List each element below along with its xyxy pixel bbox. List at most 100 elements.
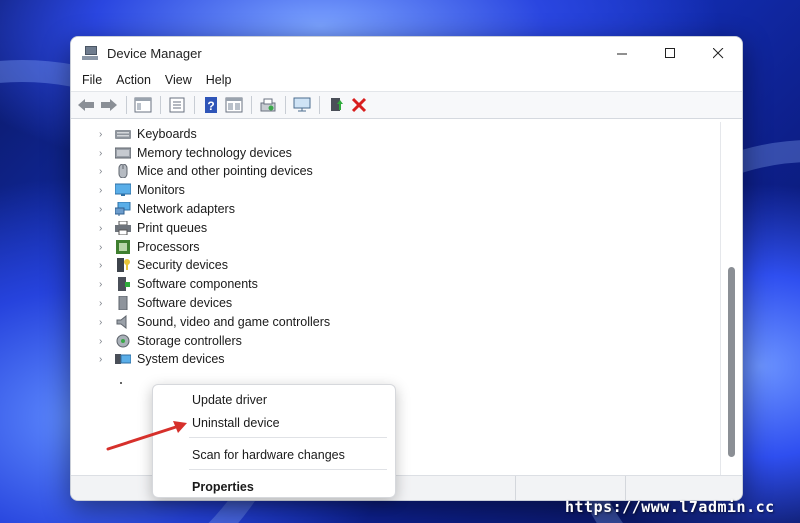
toolbar-separator bbox=[285, 96, 286, 114]
chevron-right-icon[interactable]: › bbox=[99, 279, 109, 290]
memory-icon bbox=[114, 146, 132, 160]
tree-collapsed-dot bbox=[120, 382, 122, 384]
vertical-scrollbar[interactable] bbox=[724, 122, 738, 475]
tree-item-print-queues[interactable]: › Print queues bbox=[99, 219, 207, 238]
menu-view[interactable]: View bbox=[158, 73, 199, 87]
tree-item-label: Print queues bbox=[137, 221, 208, 236]
menu-bar: File Action View Help bbox=[71, 69, 742, 91]
tree-item-security[interactable]: › Security devices bbox=[99, 256, 228, 275]
help-icon: ? bbox=[205, 97, 217, 113]
menu-action[interactable]: Action bbox=[109, 73, 158, 87]
device-manager-icon bbox=[82, 46, 98, 60]
chevron-right-icon[interactable]: › bbox=[99, 298, 109, 309]
toolbar-separator bbox=[251, 96, 252, 114]
tree-item-memory[interactable]: › Memory technology devices bbox=[99, 144, 292, 163]
tree-item-label: Sound, video and game controllers bbox=[137, 315, 331, 330]
minimize-button[interactable] bbox=[598, 37, 646, 69]
tree-item-mice[interactable]: › Mice and other pointing devices bbox=[99, 162, 313, 181]
tree-item-network[interactable]: › Network adapters bbox=[99, 200, 235, 219]
back-arrow-icon bbox=[78, 99, 94, 111]
scrollbar-thumb[interactable] bbox=[728, 267, 735, 457]
tree-item-label: Security devices bbox=[137, 258, 229, 273]
monitor-icon bbox=[293, 97, 311, 112]
view-icon bbox=[225, 97, 243, 113]
chevron-right-icon[interactable]: › bbox=[99, 129, 109, 140]
menu-help[interactable]: Help bbox=[199, 73, 239, 87]
tree-item-keyboards[interactable]: › Keyboards bbox=[99, 125, 197, 144]
chevron-right-icon[interactable]: › bbox=[99, 260, 109, 271]
chevron-right-icon[interactable]: › bbox=[99, 166, 109, 177]
chevron-right-icon[interactable]: › bbox=[99, 223, 109, 234]
tree-item-label: Monitors bbox=[137, 183, 185, 198]
tree-item-system[interactable]: › System devices bbox=[99, 350, 225, 369]
security-icon bbox=[115, 258, 131, 273]
tree-item-sound[interactable]: › Sound, video and game controllers bbox=[99, 313, 330, 332]
speaker-icon bbox=[115, 315, 131, 330]
uninstall-device-menu-item[interactable]: Uninstall device bbox=[192, 416, 280, 430]
view-button[interactable] bbox=[223, 94, 245, 116]
forward-button[interactable] bbox=[98, 94, 120, 116]
tree-item-label: Network adapters bbox=[137, 202, 235, 217]
tree-item-software-components[interactable]: › Software components bbox=[99, 275, 258, 294]
properties-button[interactable] bbox=[166, 94, 188, 116]
maximize-icon bbox=[664, 47, 675, 58]
toolbar-separator bbox=[160, 96, 161, 114]
close-button[interactable] bbox=[694, 37, 742, 69]
tree-item-label: Storage controllers bbox=[137, 334, 242, 349]
update-driver-button[interactable] bbox=[325, 94, 347, 116]
system-icon bbox=[115, 352, 132, 366]
maximize-button[interactable] bbox=[646, 37, 694, 69]
back-button[interactable] bbox=[75, 94, 97, 116]
svg-text:?: ? bbox=[207, 99, 214, 113]
chevron-right-icon[interactable]: › bbox=[99, 354, 109, 365]
tree-item-label: Software components bbox=[137, 277, 258, 292]
chevron-right-icon[interactable]: › bbox=[99, 185, 109, 196]
menu-separator bbox=[189, 437, 387, 438]
help-button[interactable]: ? bbox=[200, 94, 222, 116]
tree-item-label: Processors bbox=[137, 240, 200, 255]
show-hide-icon bbox=[134, 97, 152, 113]
tree-item-label: System devices bbox=[137, 352, 225, 367]
toolbar: ? bbox=[71, 91, 742, 119]
toolbar-separator bbox=[126, 96, 127, 114]
tree-item-label: Keyboards bbox=[137, 127, 197, 142]
keyboard-icon bbox=[115, 127, 131, 141]
window-title: Device Manager bbox=[107, 45, 202, 61]
title-bar[interactable]: Device Manager bbox=[71, 37, 742, 69]
toolbar-separator bbox=[319, 96, 320, 114]
monitor-icon bbox=[114, 183, 132, 197]
update-driver-icon bbox=[331, 98, 343, 111]
menu-file[interactable]: File bbox=[75, 73, 109, 87]
software-component-icon bbox=[115, 277, 131, 292]
chevron-right-icon[interactable]: › bbox=[99, 317, 109, 328]
software-device-icon bbox=[115, 295, 131, 311]
toolbar-separator bbox=[194, 96, 195, 114]
menu-separator bbox=[189, 469, 387, 470]
monitor-button[interactable] bbox=[291, 94, 313, 116]
close-icon bbox=[712, 47, 723, 58]
uninstall-button[interactable] bbox=[348, 94, 370, 116]
annotation-arrow-icon bbox=[106, 421, 187, 451]
tree-item-label: Mice and other pointing devices bbox=[137, 164, 313, 179]
storage-icon bbox=[115, 334, 131, 348]
tree-item-storage[interactable]: › Storage controllers bbox=[99, 332, 242, 351]
tree-item-label: Software devices bbox=[137, 296, 233, 311]
scan-hardware-icon bbox=[260, 98, 276, 112]
tree-item-processors[interactable]: › Processors bbox=[99, 238, 200, 257]
chevron-right-icon[interactable]: › bbox=[99, 204, 109, 215]
chevron-right-icon[interactable]: › bbox=[99, 242, 109, 253]
scan-hardware-button[interactable] bbox=[257, 94, 279, 116]
minimize-icon bbox=[616, 53, 627, 54]
update-driver-menu-item[interactable]: Update driver bbox=[192, 393, 267, 407]
uninstall-icon bbox=[351, 97, 367, 113]
tree-item-label: Memory technology devices bbox=[137, 146, 292, 161]
show-hide-button[interactable] bbox=[132, 94, 154, 116]
properties-menu-item[interactable]: Properties bbox=[192, 480, 254, 494]
tree-item-software-devices[interactable]: › Software devices bbox=[99, 294, 232, 313]
tree-item-monitors[interactable]: › Monitors bbox=[99, 181, 185, 200]
chevron-right-icon[interactable]: › bbox=[99, 336, 109, 347]
watermark: https://www.l7admin.cc bbox=[565, 498, 775, 516]
chevron-right-icon[interactable]: › bbox=[99, 148, 109, 159]
properties-icon bbox=[169, 97, 185, 113]
scan-hardware-menu-item[interactable]: Scan for hardware changes bbox=[192, 448, 345, 462]
